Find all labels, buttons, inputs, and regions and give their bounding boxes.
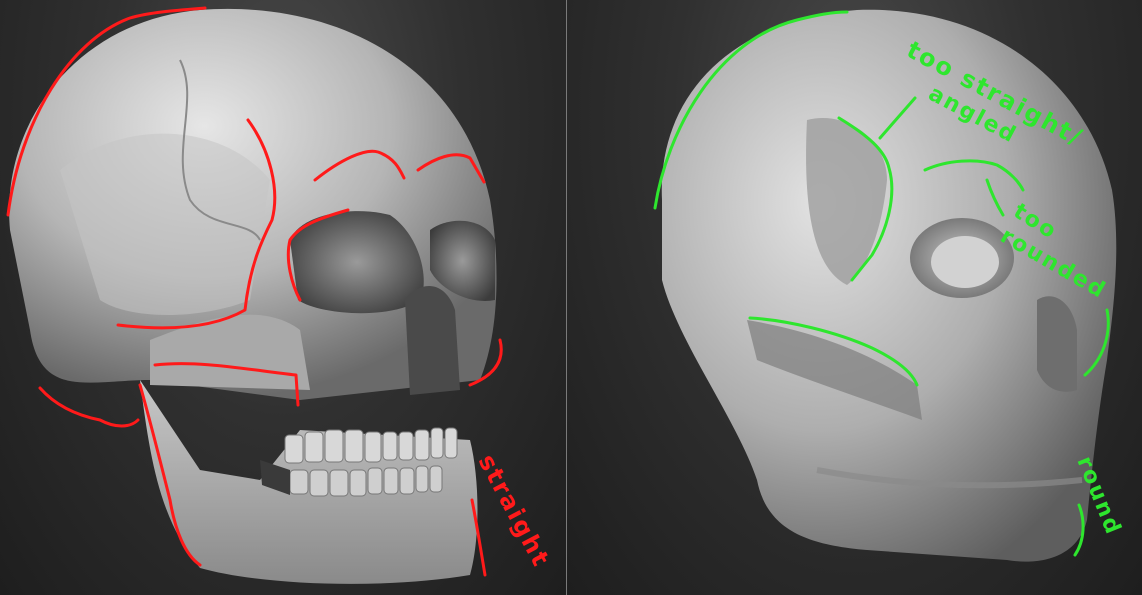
reference-skull-panel: straight	[0, 0, 566, 595]
sculpt-skull-render: too straight/ angled too rounded round	[653, 9, 1126, 562]
reference-skull-render: straight	[6, 6, 556, 584]
sculpt-skull-panel: too straight/ angled too rounded round	[567, 0, 1142, 595]
comparison-canvas: straight too straight/ angled too rounde…	[0, 0, 1142, 595]
nasal-cavity	[405, 286, 460, 395]
red-mastoid-line	[38, 386, 140, 428]
annotation-straight: straight	[473, 450, 556, 572]
